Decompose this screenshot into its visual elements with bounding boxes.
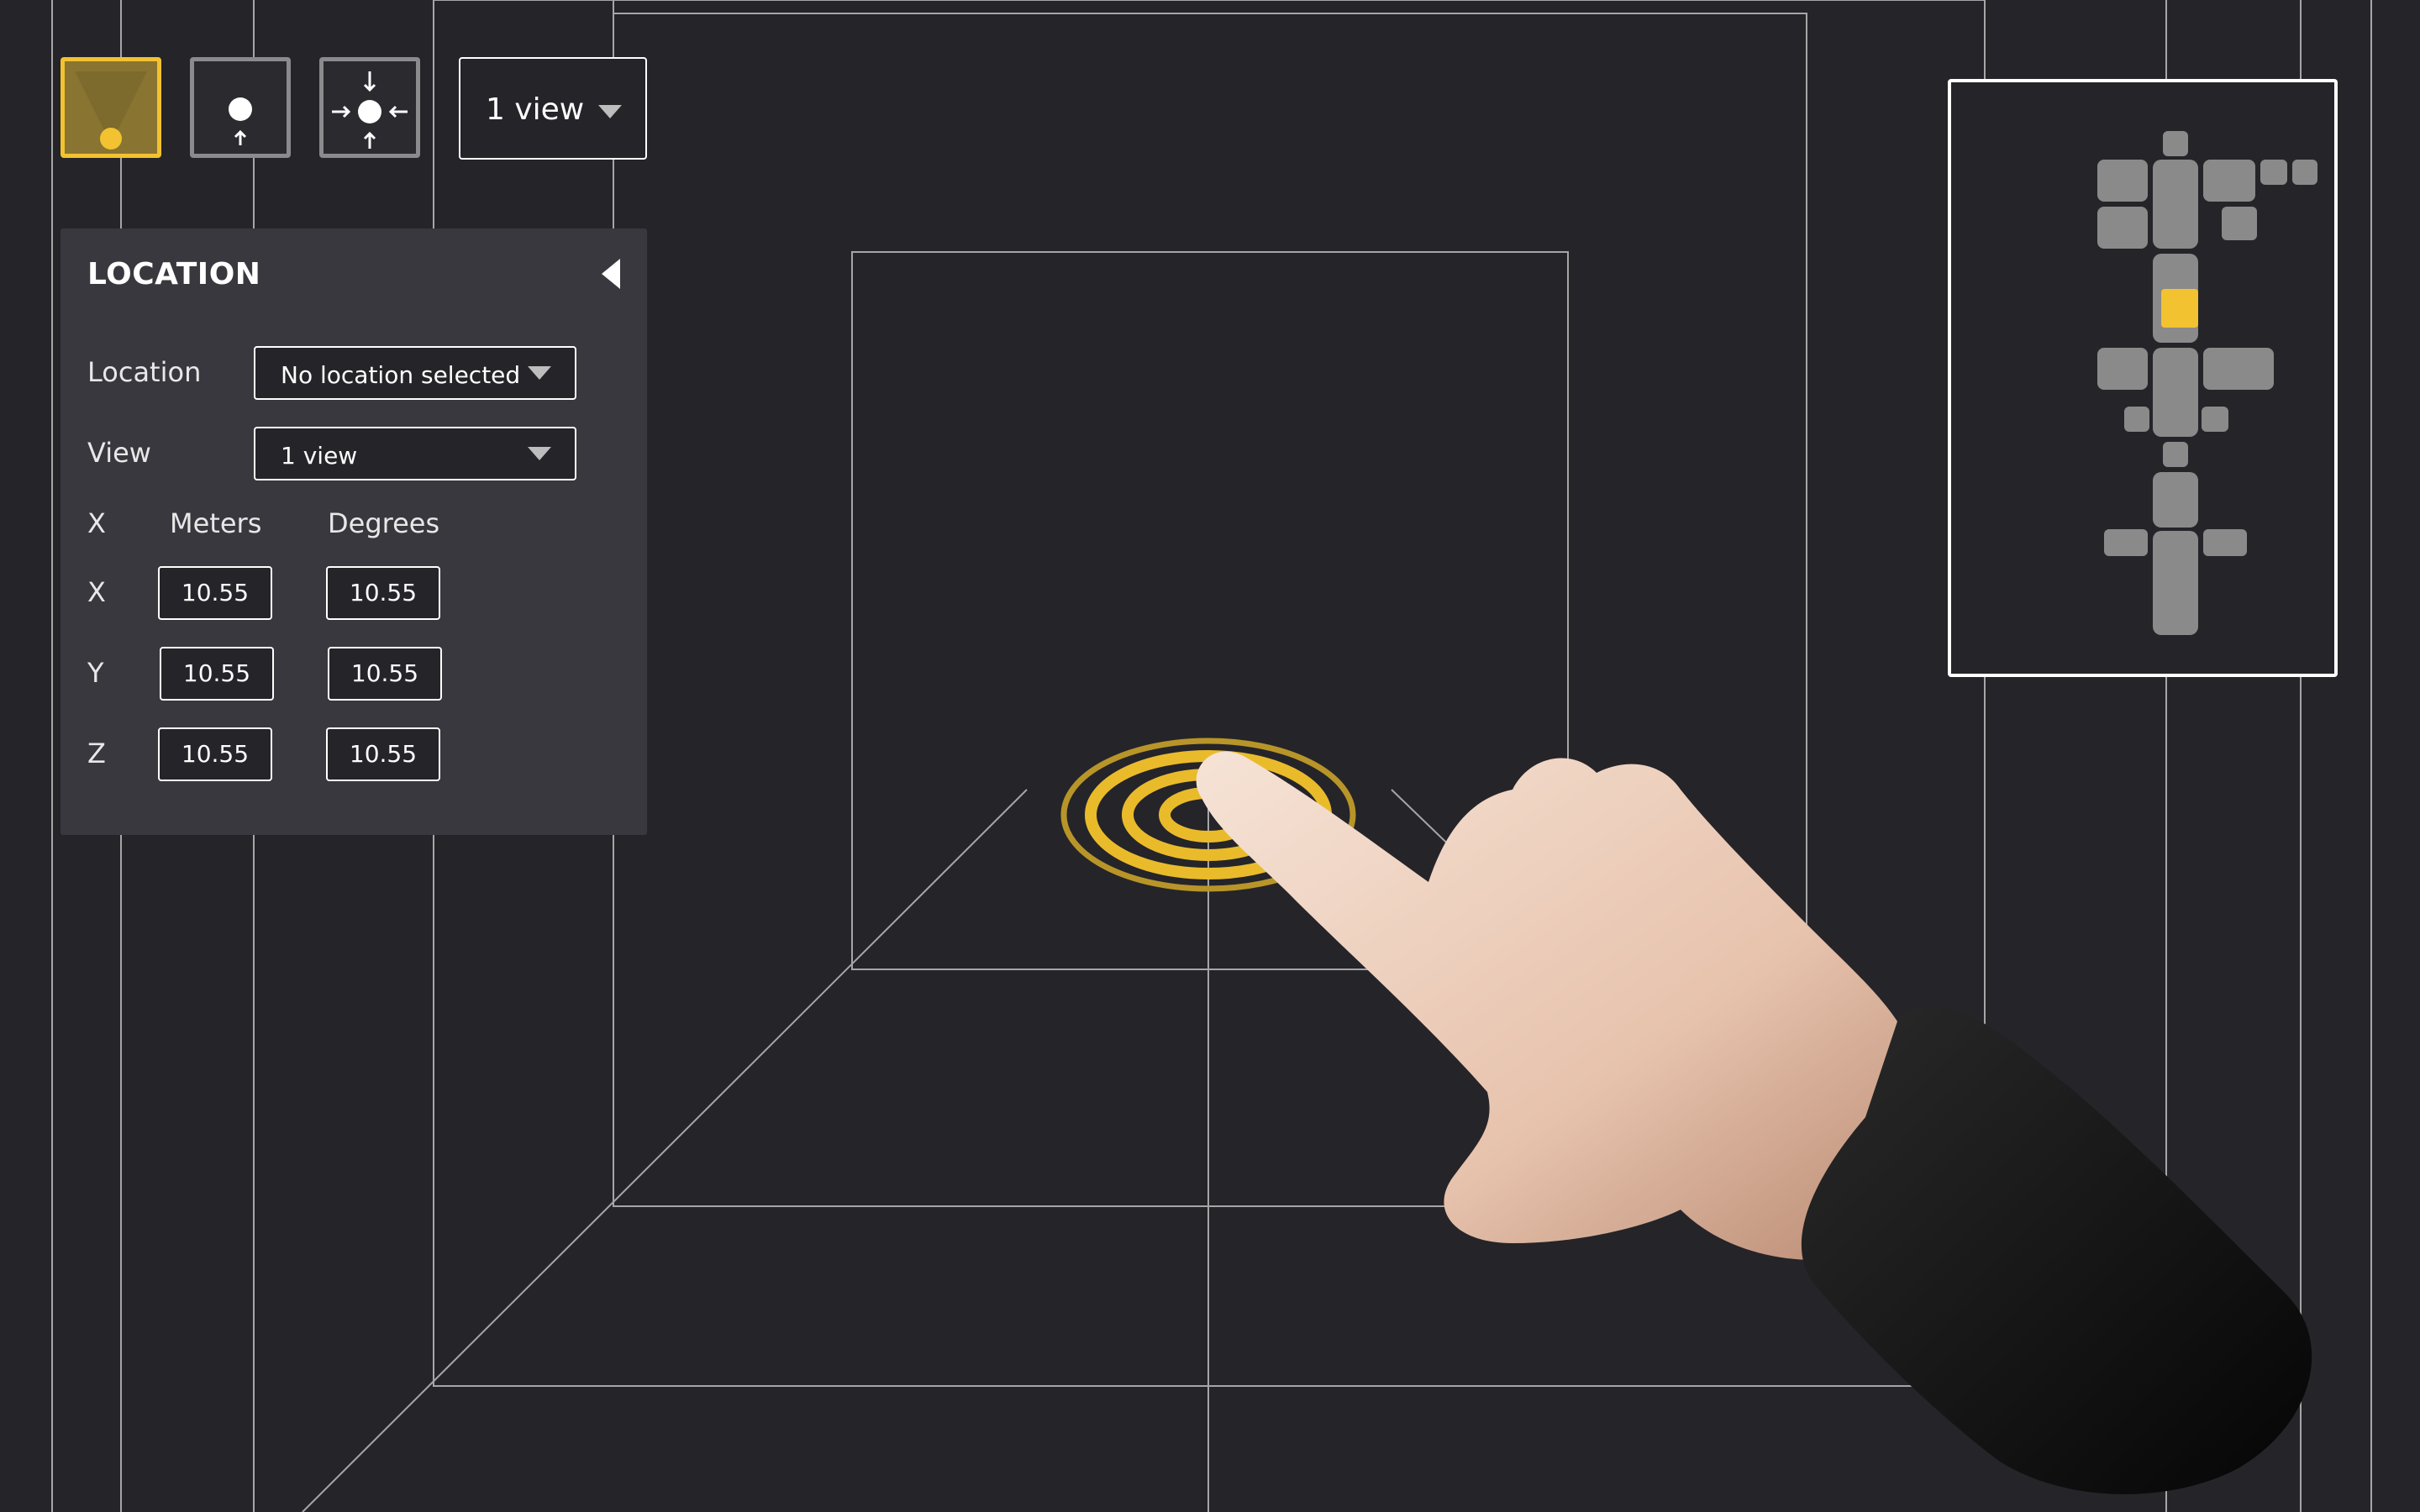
chevron-down-icon	[528, 447, 551, 460]
floor-plan-room[interactable]	[2153, 160, 2198, 249]
floor-plan-room[interactable]	[2104, 529, 2148, 556]
pointing-hand-illustration	[1196, 751, 2312, 1494]
floor-plan-room[interactable]	[2163, 131, 2188, 156]
floor-plan-room[interactable]	[2097, 348, 2148, 390]
floor-plan-room[interactable]	[2260, 160, 2287, 185]
view-dropdown[interactable]: 1 view	[254, 427, 576, 480]
floor-plan-room[interactable]	[2124, 407, 2149, 432]
y-degrees-input[interactable]: 10.55	[328, 647, 442, 701]
floor-plan-room[interactable]	[2153, 472, 2198, 528]
floor-plan-room[interactable]	[2222, 207, 2257, 240]
view-value: 1 view	[281, 442, 358, 470]
z-degrees-input[interactable]: 10.55	[326, 727, 440, 781]
meters-header: Meters	[170, 507, 262, 539]
location-label: Location	[87, 356, 202, 388]
floor-plan-room[interactable]	[2153, 348, 2198, 437]
spotlight-icon	[75, 71, 147, 150]
y-meters-input[interactable]: 10.55	[160, 647, 274, 701]
floor-plan-room[interactable]	[2097, 207, 2148, 249]
axis-header: X	[87, 507, 106, 539]
spotlight-tool-button[interactable]	[60, 57, 161, 158]
x-degrees-input[interactable]: 10.55	[326, 566, 440, 620]
z-meters-input[interactable]: 10.55	[158, 727, 272, 781]
panel-title: LOCATION	[87, 257, 261, 291]
point-up-icon	[229, 97, 252, 145]
x-meters-input[interactable]: 10.55	[158, 566, 272, 620]
degrees-header: Degrees	[328, 507, 440, 539]
floor-plan-room[interactable]	[2203, 529, 2247, 556]
axis-z-label: Z	[87, 738, 106, 769]
location-value: No location selected	[281, 361, 521, 389]
chevron-down-icon	[528, 366, 551, 380]
axis-x-label: X	[87, 576, 106, 608]
floor-plan-room[interactable]	[2153, 531, 2198, 635]
floor-plan-room[interactable]	[2203, 348, 2274, 390]
floor-plan-room[interactable]	[2163, 442, 2188, 467]
selected-room-marker[interactable]	[2161, 289, 2198, 328]
collapse-panel-icon[interactable]	[602, 259, 620, 289]
view-label: View	[87, 437, 151, 469]
floor-plan-room[interactable]	[2097, 160, 2148, 202]
floor-plan	[2097, 131, 2317, 635]
focus-tool-button[interactable]	[319, 57, 420, 158]
axis-y-label: Y	[87, 657, 104, 689]
view-count-label: 1 view	[486, 92, 585, 127]
location-panel: LOCATION Location No location selected V…	[60, 228, 647, 835]
view-count-select[interactable]: 1 view	[459, 57, 647, 160]
point-tool-button[interactable]	[190, 57, 291, 158]
floor-plan-room[interactable]	[2203, 160, 2255, 202]
focus-icon	[332, 71, 408, 149]
chevron-down-icon	[598, 105, 622, 118]
location-dropdown[interactable]: No location selected	[254, 346, 576, 400]
floor-plan-room[interactable]	[2292, 160, 2317, 185]
floor-plan-room[interactable]	[2202, 407, 2228, 432]
minimap[interactable]	[1948, 79, 2338, 677]
